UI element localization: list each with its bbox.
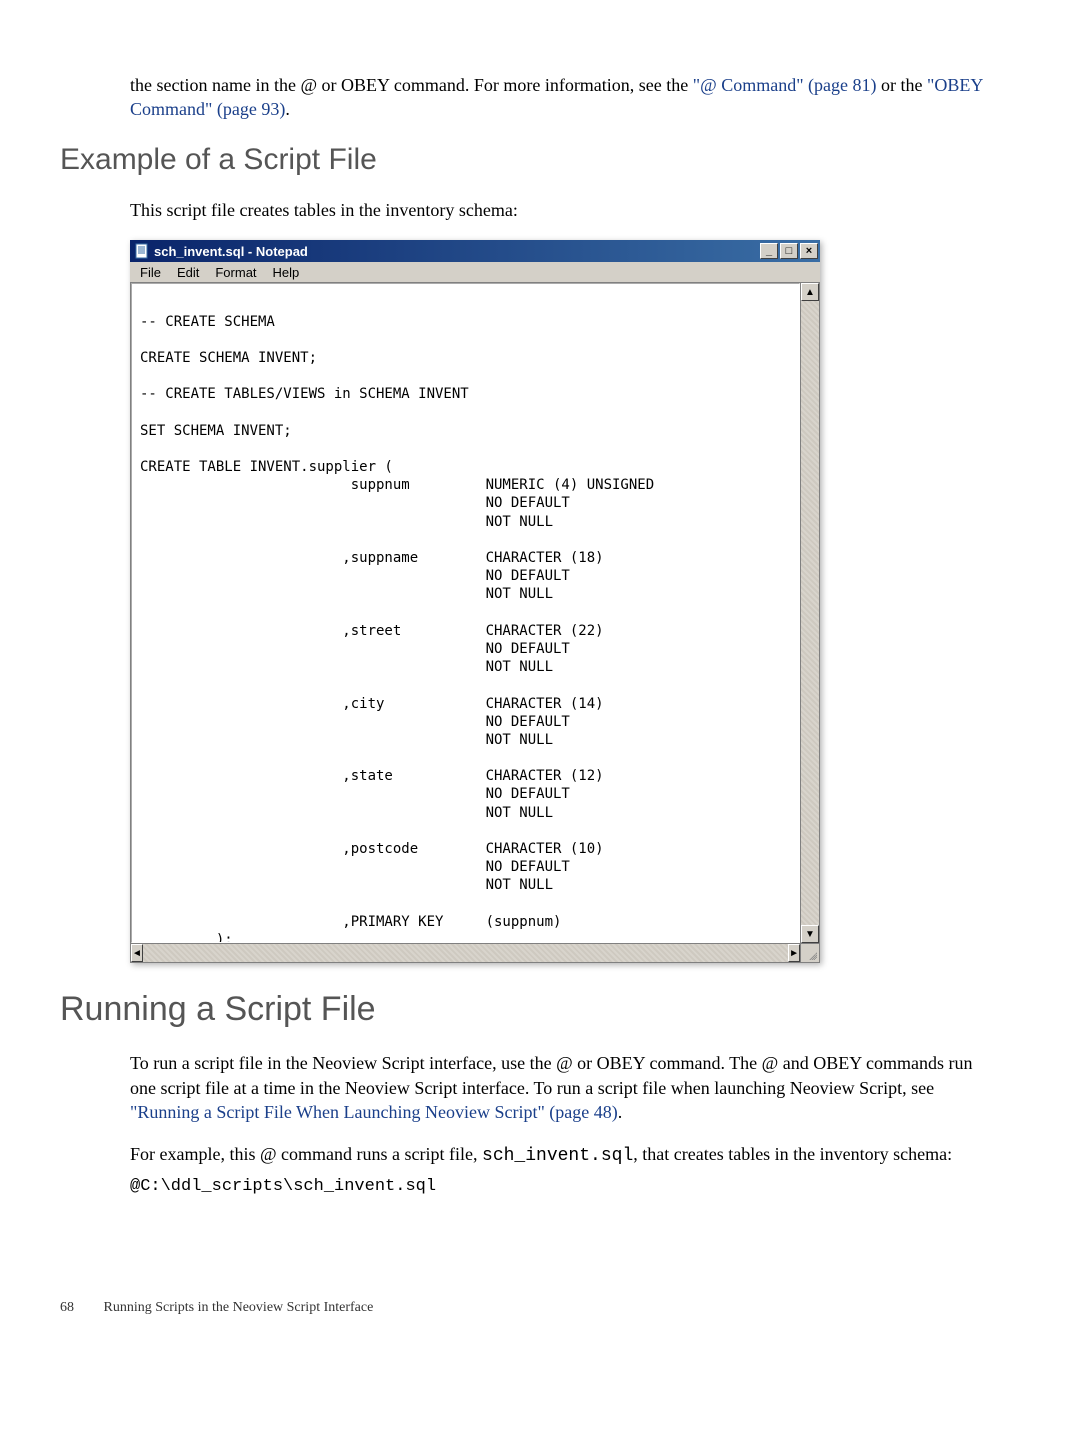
vertical-scrollbar[interactable]: ▲ ▼ xyxy=(800,283,819,943)
scroll-track-horizontal[interactable] xyxy=(143,944,788,962)
intro-paragraph: the section name in the @ or OBEY comman… xyxy=(130,73,1000,122)
scroll-right-button[interactable]: ► xyxy=(788,944,800,962)
link-at-command[interactable]: "@ Command" (page 81) xyxy=(693,75,877,95)
footer-title: Running Scripts in the Neoview Script In… xyxy=(104,1300,374,1315)
notepad-titlebar[interactable]: sch_invent.sql - Notepad _ □ × xyxy=(130,240,820,262)
maximize-button[interactable]: □ xyxy=(780,243,798,259)
menu-help[interactable]: Help xyxy=(265,263,308,283)
heading-example-script: Example of a Script File xyxy=(60,140,1000,181)
heading-running-script: Running a Script File xyxy=(60,987,1000,1033)
running-script-para2-a: For example, this @ command runs a scrip… xyxy=(130,1144,482,1164)
notepad-icon xyxy=(134,243,150,259)
running-script-para1-b: . xyxy=(618,1102,623,1122)
minimize-button[interactable]: _ xyxy=(760,243,778,259)
notepad-editor[interactable]: -- CREATE SCHEMA CREATE SCHEMA INVENT; -… xyxy=(131,283,800,943)
running-script-para2: For example, this @ command runs a scrip… xyxy=(130,1142,1000,1168)
horizontal-scrollbar[interactable]: ◄ ► xyxy=(130,944,820,963)
page-number: 68 xyxy=(60,1299,100,1318)
scroll-left-button[interactable]: ◄ xyxy=(131,944,143,962)
close-button[interactable]: × xyxy=(800,243,818,259)
scroll-track-vertical[interactable] xyxy=(801,301,819,925)
example-script-para: This script file creates tables in the i… xyxy=(130,198,1000,222)
menu-file[interactable]: File xyxy=(132,263,169,283)
intro-trail: . xyxy=(285,99,290,119)
notepad-window: sch_invent.sql - Notepad _ □ × File Edit… xyxy=(130,240,820,963)
notepad-title: sch_invent.sql - Notepad xyxy=(154,243,758,261)
inline-code-filename: sch_invent.sql xyxy=(482,1146,633,1166)
menu-edit[interactable]: Edit xyxy=(169,263,207,283)
running-script-para1-a: To run a script file in the Neoview Scri… xyxy=(130,1053,973,1097)
menu-format[interactable]: Format xyxy=(207,263,264,283)
intro-text-mid: or the xyxy=(881,75,927,95)
page-footer: 68 Running Scripts in the Neoview Script… xyxy=(60,1299,1000,1318)
scroll-down-button[interactable]: ▼ xyxy=(801,925,819,943)
resize-grip[interactable] xyxy=(800,944,819,962)
running-script-para2-b: , that creates tables in the inventory s… xyxy=(633,1144,952,1164)
scroll-up-button[interactable]: ▲ xyxy=(801,283,819,301)
command-example: @C:\ddl_scripts\sch_invent.sql xyxy=(130,1176,1000,1199)
link-running-script[interactable]: "Running a Script File When Launching Ne… xyxy=(130,1102,618,1122)
running-script-para1: To run a script file in the Neoview Scri… xyxy=(130,1051,1000,1124)
intro-text-before: the section name in the @ or OBEY comman… xyxy=(130,75,688,95)
notepad-menubar: File Edit Format Help xyxy=(130,262,820,283)
